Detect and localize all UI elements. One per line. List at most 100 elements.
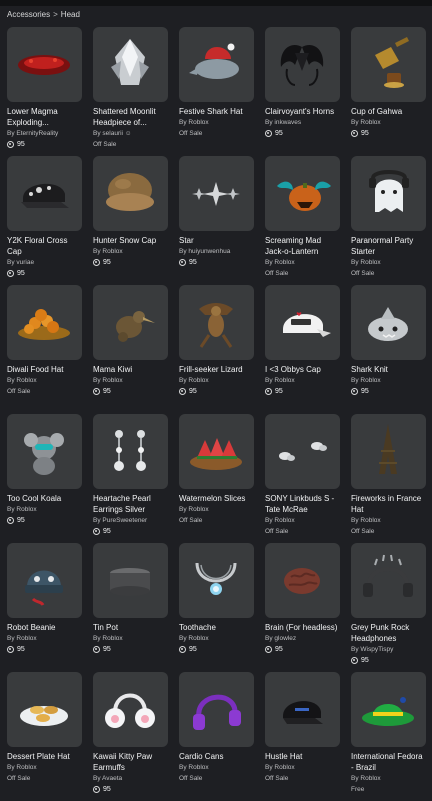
item-thumbnail[interactable] (265, 156, 340, 231)
creator-name[interactable]: Roblox (102, 248, 122, 255)
item-thumbnail[interactable] (179, 156, 254, 231)
item-name[interactable]: Shattered Moonlit Headpiece of... (93, 106, 168, 128)
catalog-item-card[interactable]: Fireworks in France Hat By Roblox Off Sale (351, 414, 426, 543)
catalog-item-card[interactable]: Mama Kiwi By Roblox 95 (93, 285, 168, 414)
item-name[interactable]: International Fedora - Brazil (351, 751, 426, 773)
catalog-item-card[interactable]: Too Cool Koala By Roblox 95 (7, 414, 82, 543)
catalog-item-card[interactable]: Tin Pot By Roblox 95 (93, 543, 168, 672)
item-name[interactable]: Hustle Hat (265, 751, 340, 762)
creator-name[interactable]: Roblox (16, 506, 36, 513)
item-name[interactable]: Heartache Pearl Earrings Silver (93, 493, 168, 515)
item-thumbnail[interactable] (179, 543, 254, 618)
creator-name[interactable]: Roblox (360, 259, 380, 266)
item-thumbnail[interactable] (93, 156, 168, 231)
item-thumbnail[interactable] (179, 672, 254, 747)
item-thumbnail[interactable] (7, 672, 82, 747)
catalog-item-card[interactable]: Cardio Cans By Roblox Off Sale (179, 672, 254, 801)
item-name[interactable]: Kawaii Kitty Paw Earmuffs (93, 751, 168, 773)
item-thumbnail[interactable] (93, 672, 168, 747)
item-thumbnail[interactable] (179, 285, 254, 360)
item-name[interactable]: Star (179, 235, 254, 246)
item-name[interactable]: Diwali Food Hat (7, 364, 82, 375)
creator-name[interactable]: inkwaves (274, 119, 301, 126)
item-thumbnail[interactable] (7, 156, 82, 231)
item-name[interactable]: Paranormal Party Starter (351, 235, 426, 257)
catalog-item-card[interactable]: Screaming Mad Jack-o-Lantern By Roblox Off… (265, 156, 340, 285)
creator-name[interactable]: Avaeta (102, 775, 122, 782)
item-thumbnail[interactable] (351, 285, 426, 360)
item-thumbnail[interactable] (265, 672, 340, 747)
creator-name[interactable]: Roblox (274, 764, 294, 771)
creator-name[interactable]: EternityReality (16, 130, 58, 137)
item-thumbnail[interactable] (179, 27, 254, 102)
catalog-item-card[interactable]: Paranormal Party Starter By Roblox Off Sal… (351, 156, 426, 285)
catalog-item-card[interactable]: International Fedora - Brazil By Roblox Fr… (351, 672, 426, 801)
catalog-item-card[interactable]: I <3 Obbys Cap By Roblox 95 (265, 285, 340, 414)
creator-name[interactable]: vuriae (16, 259, 34, 266)
item-name[interactable]: Tin Pot (93, 622, 168, 633)
item-name[interactable]: Clairvoyant's Horns (265, 106, 340, 117)
item-name[interactable]: Toothache (179, 622, 254, 633)
item-thumbnail[interactable] (93, 543, 168, 618)
creator-name[interactable]: Roblox (274, 517, 294, 524)
creator-name[interactable]: Roblox (188, 506, 208, 513)
catalog-item-card[interactable]: Dessert Plate Hat By Roblox Off Sale (7, 672, 82, 801)
item-thumbnail[interactable] (7, 285, 82, 360)
item-name[interactable]: Shark Knit (351, 364, 426, 375)
breadcrumb-accessories[interactable]: Accessories (7, 10, 50, 19)
item-thumbnail[interactable] (93, 285, 168, 360)
catalog-item-card[interactable]: Watermelon Slices By Roblox Off Sale (179, 414, 254, 543)
catalog-item-card[interactable]: Frill-seeker Lizard By Roblox 95 (179, 285, 254, 414)
item-thumbnail[interactable] (7, 27, 82, 102)
creator-name[interactable]: Roblox (16, 764, 36, 771)
item-name[interactable]: SONY Linkbuds S - Tate McRae (265, 493, 340, 515)
catalog-item-card[interactable]: Diwali Food Hat By Roblox Off Sale (7, 285, 82, 414)
item-thumbnail[interactable] (93, 27, 168, 102)
creator-name[interactable]: Roblox (274, 377, 294, 384)
item-thumbnail[interactable] (7, 543, 82, 618)
item-name[interactable]: Fireworks in France Hat (351, 493, 426, 515)
item-thumbnail[interactable] (265, 543, 340, 618)
creator-name[interactable]: Roblox (188, 119, 208, 126)
item-name[interactable]: Robot Beanie (7, 622, 82, 633)
catalog-item-card[interactable]: Shattered Moonlit Headpiece of... By sela… (93, 27, 168, 156)
catalog-item-card[interactable]: Hunter Snow Cap By Roblox 95 (93, 156, 168, 285)
creator-name[interactable]: Roblox (102, 635, 122, 642)
catalog-item-card[interactable]: Cup of Gahwa By Roblox 95 (351, 27, 426, 156)
creator-name[interactable]: Roblox (188, 764, 208, 771)
creator-name[interactable]: Roblox (188, 635, 208, 642)
item-thumbnail[interactable] (7, 414, 82, 489)
item-name[interactable]: Too Cool Koala (7, 493, 82, 504)
catalog-item-card[interactable]: Festive Shark Hat By Roblox Off Sale (179, 27, 254, 156)
catalog-item-card[interactable]: Lower Magma Exploding... By EternityReali… (7, 27, 82, 156)
item-name[interactable]: Mama Kiwi (93, 364, 168, 375)
creator-name[interactable]: Roblox (102, 377, 122, 384)
item-name[interactable]: Cup of Gahwa (351, 106, 426, 117)
item-thumbnail[interactable] (93, 414, 168, 489)
catalog-item-card[interactable]: Toothache By Roblox 95 (179, 543, 254, 672)
catalog-item-card[interactable]: Clairvoyant's Horns By inkwaves 95 (265, 27, 340, 156)
catalog-item-card[interactable]: Hustle Hat By Roblox Off Sale (265, 672, 340, 801)
item-thumbnail[interactable] (351, 672, 426, 747)
creator-name[interactable]: Roblox (360, 119, 380, 126)
catalog-item-card[interactable]: Heartache Pearl Earrings Silver By PureSw… (93, 414, 168, 543)
item-thumbnail[interactable] (265, 27, 340, 102)
item-name[interactable]: Y2K Floral Cross Cap (7, 235, 82, 257)
item-name[interactable]: Watermelon Slices (179, 493, 254, 504)
creator-name[interactable]: PureSweetener (102, 517, 147, 524)
creator-name[interactable]: glowlez (274, 635, 296, 642)
item-name[interactable]: Cardio Cans (179, 751, 254, 762)
creator-name[interactable]: selaurii ☺ (102, 130, 131, 137)
item-name[interactable]: Frill-seeker Lizard (179, 364, 254, 375)
creator-name[interactable]: Roblox (360, 517, 380, 524)
item-thumbnail[interactable] (351, 27, 426, 102)
catalog-item-card[interactable]: Kawaii Kitty Paw Earmuffs By Avaeta 95 (93, 672, 168, 801)
catalog-item-card[interactable]: Star By huiyunwenhua 95 (179, 156, 254, 285)
item-name[interactable]: Screaming Mad Jack-o-Lantern (265, 235, 340, 257)
item-name[interactable]: Hunter Snow Cap (93, 235, 168, 246)
creator-name[interactable]: Roblox (360, 377, 380, 384)
item-name[interactable]: Festive Shark Hat (179, 106, 254, 117)
item-thumbnail[interactable] (351, 543, 426, 618)
item-name[interactable]: Brain (For headless) (265, 622, 340, 633)
catalog-item-card[interactable]: Robot Beanie By Roblox 95 (7, 543, 82, 672)
